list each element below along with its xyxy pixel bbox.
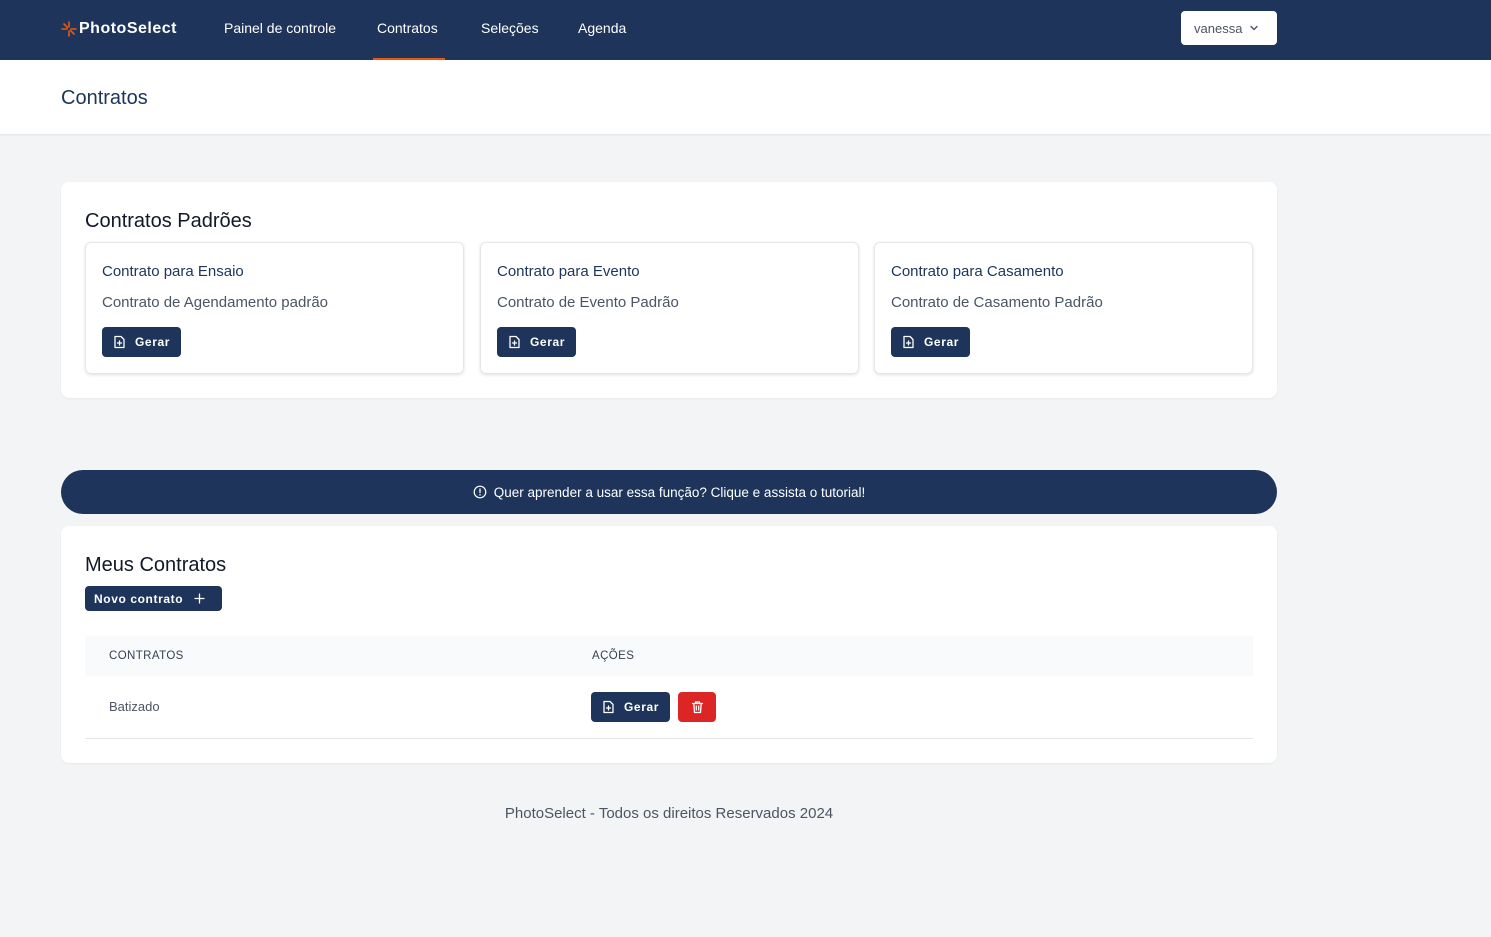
- card-description: Contrato de Casamento Padrão: [891, 294, 1103, 311]
- nav-item-contratos[interactable]: Contratos: [377, 19, 438, 37]
- footer-copyright: PhotoSelect - Todos os direitos Reservad…: [504, 805, 834, 822]
- chevron-down-icon: [1250, 25, 1259, 31]
- page-title: Contratos: [61, 87, 148, 109]
- camera-shutter-icon: [61, 21, 77, 37]
- column-header-contratos: CONTRATOS: [109, 650, 184, 662]
- trash-icon: [691, 701, 703, 714]
- tutorial-text: Quer aprender a usar essa função? Clique…: [493, 484, 866, 500]
- my-contracts-title: Meus Contratos: [85, 554, 227, 576]
- gerar-button-ensaio[interactable]: Gerar: [102, 327, 181, 357]
- card-description: Contrato de Evento Padrão: [497, 294, 679, 311]
- page-header: Contratos: [0, 60, 1491, 134]
- delete-button-batizado[interactable]: [678, 692, 716, 722]
- contract-card-ensaio: Contrato para Ensaio Contrato de Agendam…: [85, 242, 464, 374]
- gerar-button-batizado[interactable]: Gerar: [591, 692, 670, 722]
- column-header-acoes: AÇÕES: [592, 650, 635, 662]
- user-menu-button[interactable]: vanessa: [1181, 11, 1277, 45]
- standard-contracts-panel: Contratos Padrões Contrato para Ensaio C…: [61, 182, 1277, 398]
- new-contract-button[interactable]: Novo contrato: [85, 586, 222, 611]
- my-contracts-panel: Meus Contratos Novo contrato CONTRATOS A…: [61, 526, 1277, 763]
- nav-item-selecoes[interactable]: Seleções: [481, 19, 539, 37]
- brand-name: PhotoSelect: [79, 20, 177, 37]
- standard-contracts-title: Contratos Padrões: [85, 210, 252, 232]
- file-plus-icon: [603, 700, 614, 714]
- gerar-button-casamento[interactable]: Gerar: [891, 327, 970, 357]
- nav-item-painel[interactable]: Painel de controle: [224, 19, 336, 37]
- gerar-label: Gerar: [924, 335, 960, 349]
- card-title: Contrato para Casamento: [891, 263, 1064, 280]
- contract-card-casamento: Contrato para Casamento Contrato de Casa…: [874, 242, 1253, 374]
- new-contract-label: Novo contrato: [94, 591, 184, 606]
- contract-card-evento: Contrato para Evento Contrato de Evento …: [480, 242, 859, 374]
- tutorial-banner[interactable]: Quer aprender a usar essa função? Clique…: [61, 470, 1277, 514]
- card-title: Contrato para Evento: [497, 263, 640, 280]
- nav-item-agenda[interactable]: Agenda: [578, 19, 626, 37]
- gerar-label: Gerar: [135, 335, 171, 349]
- brand-logo[interactable]: PhotoSelect: [61, 18, 177, 40]
- file-plus-icon: [114, 335, 125, 349]
- file-plus-icon: [903, 335, 914, 349]
- gerar-label: Gerar: [624, 700, 660, 714]
- card-title: Contrato para Ensaio: [102, 263, 244, 280]
- gerar-label: Gerar: [530, 335, 566, 349]
- table-row: Batizado Gerar: [85, 676, 1253, 739]
- info-circle-icon: [473, 485, 487, 499]
- plus-icon: [194, 593, 205, 604]
- contracts-table-header: CONTRATOS AÇÕES: [85, 636, 1253, 676]
- contract-name: Batizado: [109, 699, 160, 714]
- top-navbar: PhotoSelect Painel de controle Contratos…: [0, 0, 1491, 60]
- card-description: Contrato de Agendamento padrão: [102, 294, 329, 311]
- user-name: vanessa: [1194, 20, 1243, 36]
- gerar-button-evento[interactable]: Gerar: [497, 327, 576, 357]
- file-plus-icon: [509, 335, 520, 349]
